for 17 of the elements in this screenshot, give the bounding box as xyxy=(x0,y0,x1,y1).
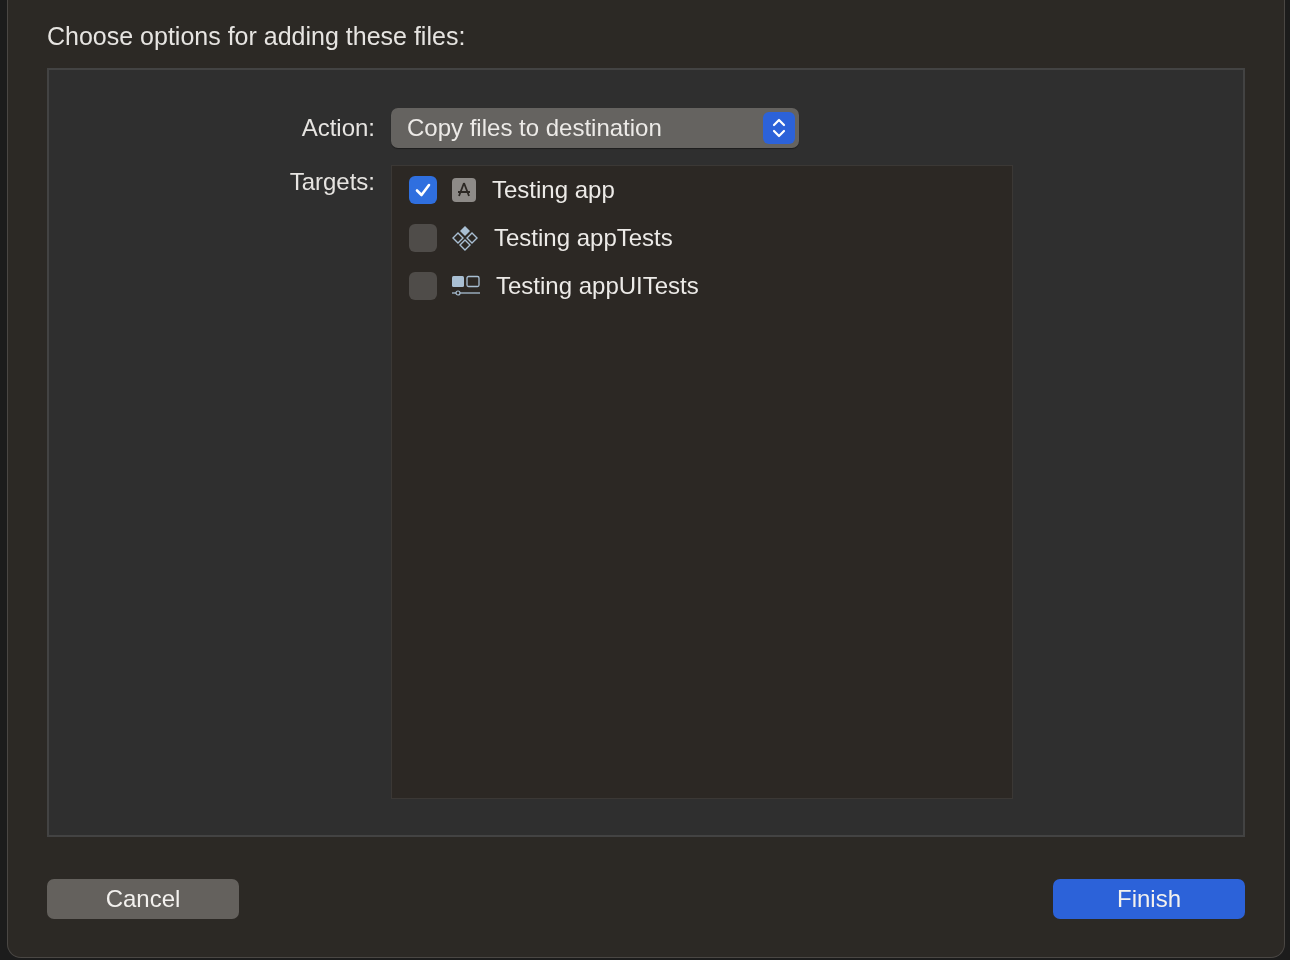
finish-button[interactable]: Finish xyxy=(1053,879,1245,919)
checkbox[interactable] xyxy=(409,272,437,300)
dialog-title: Choose options for adding these files: xyxy=(47,21,467,52)
target-name: Testing appTests xyxy=(494,224,673,252)
app-icon xyxy=(451,177,477,203)
stepper-icon xyxy=(763,112,795,144)
action-popup[interactable]: Copy files to destination xyxy=(391,108,799,148)
action-label: Action: xyxy=(300,113,376,143)
diamonds-icon xyxy=(451,224,479,252)
target-name: Testing app xyxy=(492,176,615,204)
cancel-button[interactable]: Cancel xyxy=(47,879,239,919)
checkbox[interactable] xyxy=(409,224,437,252)
targets-label: Targets: xyxy=(288,167,376,197)
target-name: Testing appUITests xyxy=(496,272,699,300)
window-panes-icon xyxy=(451,274,481,298)
checkbox[interactable] xyxy=(409,176,437,204)
checkmark-icon xyxy=(414,181,432,199)
